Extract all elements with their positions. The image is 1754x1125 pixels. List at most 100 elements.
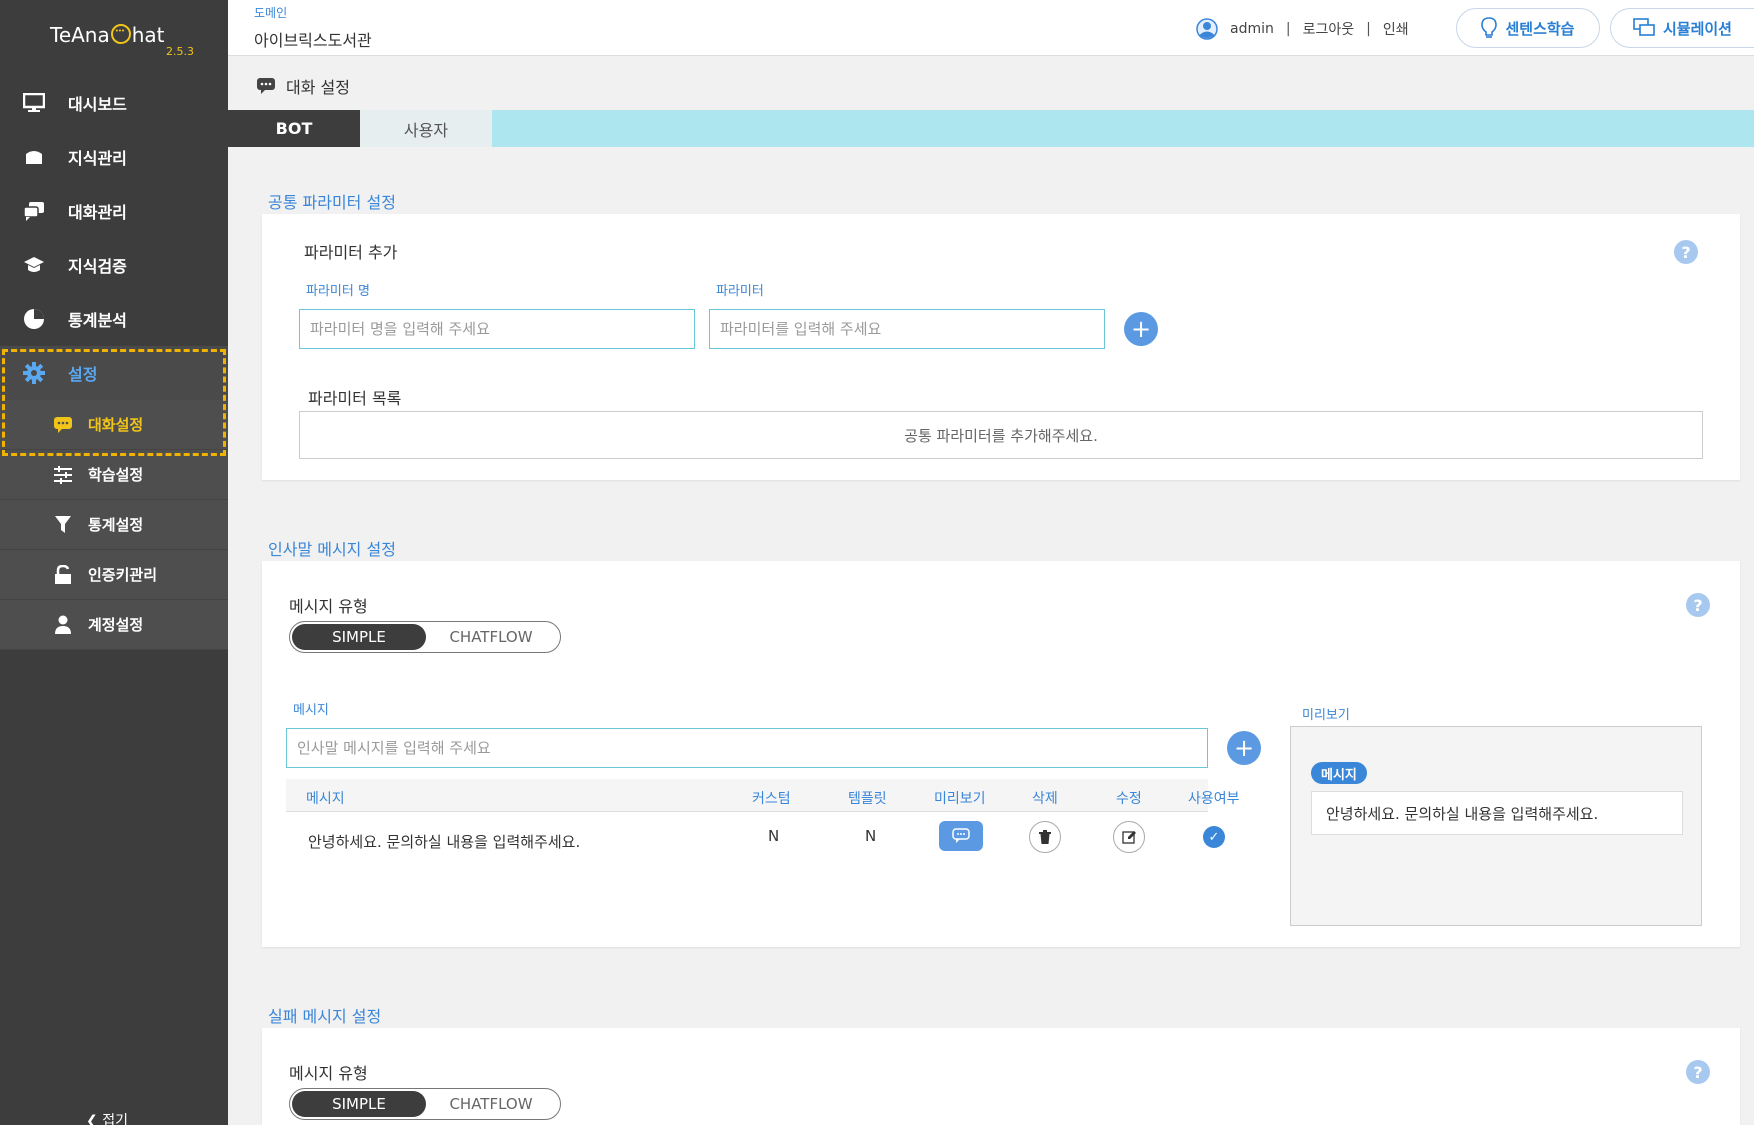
column-preview: 미리보기 [934, 791, 986, 807]
help-icon[interactable]: ? [1674, 240, 1698, 264]
funnel-icon [52, 514, 74, 536]
common-params-card: 파라미터 추가 ? 파라미터 명 파라미터 + 파라미터 목록 공통 파라미터를… [262, 214, 1740, 480]
edit-icon [1122, 830, 1136, 844]
chevron-left-icon: ❮ [86, 1113, 98, 1125]
simulation-icon [1633, 18, 1655, 38]
type-chatflow-option[interactable]: CHATFLOW [424, 624, 558, 650]
greeting-message-input[interactable] [286, 728, 1208, 768]
help-icon[interactable]: ? [1686, 593, 1710, 617]
lightbulb-icon [1481, 17, 1498, 39]
submenu-item-learning-settings[interactable]: 학습설정 [0, 450, 228, 500]
tab-bot[interactable]: BOT [228, 110, 360, 147]
column-enabled: 사용여부 [1188, 791, 1240, 807]
failure-message-type-toggle: SIMPLE CHATFLOW [289, 1088, 561, 1120]
help-icon[interactable]: ? [1686, 1060, 1710, 1084]
logout-link[interactable]: 로그아웃 [1303, 19, 1355, 39]
user-area: admin | 로그아웃 | 인쇄 [1196, 18, 1409, 40]
top-header: 도메인 아이브릭스도서관 admin | 로그아웃 | 인쇄 센텐스학습 시뮬레… [228, 0, 1754, 56]
edit-message-button[interactable] [1113, 821, 1145, 853]
plus-icon: + [1233, 734, 1255, 762]
print-link[interactable]: 인쇄 [1383, 19, 1409, 39]
sidebar-item-label: 대화관리 [68, 203, 127, 222]
monitor-icon [22, 91, 46, 115]
preview-message-text: 안녕하세요. 문의하실 내용을 입력해주세요. [1311, 791, 1683, 835]
user-icon [52, 614, 74, 636]
simulation-button[interactable]: 시뮬레이션 [1610, 8, 1754, 48]
column-delete: 삭제 [1032, 791, 1058, 807]
app-version: 2.5.3 [166, 45, 194, 58]
plus-icon: + [1130, 315, 1152, 343]
failure-card: 메시지 유형 ? SIMPLE CHATFLOW [262, 1028, 1740, 1125]
param-name-label: 파라미터 명 [306, 284, 370, 299]
collapse-label: 접기 [102, 1113, 128, 1125]
type-simple-option[interactable]: SIMPLE [292, 624, 426, 650]
add-parameter-button[interactable]: + [1124, 312, 1158, 346]
sliders-icon [52, 464, 74, 486]
lock-icon [52, 564, 74, 586]
logo: TeAna hat [50, 22, 165, 47]
chat-icon [22, 199, 46, 223]
param-value-input[interactable] [709, 309, 1105, 349]
chat-bubble-icon [952, 828, 970, 844]
message-type-label: 메시지 유형 [289, 597, 368, 616]
parameter-list-title: 파라미터 목록 [308, 389, 402, 408]
param-value-label: 파라미터 [716, 284, 764, 299]
column-message: 메시지 [306, 791, 345, 807]
sidebar-item-label: 대시보드 [68, 95, 127, 114]
table-header-row [286, 779, 1208, 812]
row-template: N [865, 827, 877, 845]
column-custom: 커스텀 [752, 791, 791, 807]
user-avatar-icon [1196, 18, 1218, 40]
collapse-sidebar-button[interactable]: ❮ 접기 [86, 1110, 128, 1125]
greeting-section-title: 인사말 메시지 설정 [268, 540, 396, 559]
sidebar-item-label: 통계분석 [68, 311, 127, 330]
sidebar-item-knowledge[interactable]: 지식관리 [0, 130, 228, 184]
message-label: 메시지 [293, 703, 329, 718]
delete-message-button[interactable] [1029, 821, 1061, 853]
enabled-check-icon[interactable]: ✓ [1203, 826, 1225, 848]
row-message: 안녕하세요. 문의하실 내용을 입력해주세요. [308, 833, 581, 851]
simulation-label: 시뮬레이션 [1662, 19, 1732, 38]
chat-bubble-icon [256, 77, 276, 95]
sentence-learning-button[interactable]: 센텐스학습 [1456, 8, 1600, 48]
tab-user[interactable]: 사용자 [360, 110, 492, 147]
sidebar-item-verify[interactable]: 지식검증 [0, 238, 228, 292]
active-menu-highlight [2, 349, 226, 456]
add-parameter-title: 파라미터 추가 [304, 243, 398, 262]
failure-message-type-label: 메시지 유형 [289, 1064, 368, 1083]
submenu-item-auth-key[interactable]: 인증키관리 [0, 550, 228, 600]
preview-panel: 메시지 안녕하세요. 문의하실 내용을 입력해주세요. [1290, 726, 1702, 926]
failure-type-simple-option[interactable]: SIMPLE [292, 1091, 426, 1117]
sidebar-item-label: 지식검증 [68, 257, 127, 276]
sidebar-item-statistics[interactable]: 통계분석 [0, 292, 228, 346]
sidebar-item-dashboard[interactable]: 대시보드 [0, 76, 228, 130]
row-custom: N [768, 827, 780, 845]
trash-icon [1039, 830, 1051, 844]
logo-text-left: TeAna [50, 23, 110, 47]
divider: | [1366, 21, 1371, 37]
add-message-button[interactable]: + [1227, 731, 1261, 765]
parameter-list-empty: 공통 파라미터를 추가해주세요. [299, 411, 1703, 459]
domain-selector[interactable]: 아이브릭스도서관 [254, 27, 372, 51]
submenu-item-label: 통계설정 [88, 516, 144, 534]
failure-type-chatflow-option[interactable]: CHATFLOW [424, 1091, 558, 1117]
graduation-cap-icon [22, 253, 46, 277]
sidebar: TeAna hat 2.5.3 대시보드 지식관리 대화관리 지식검증 통계분석 [0, 0, 228, 1125]
logo-chat-icon [110, 24, 131, 44]
logo-text-right: hat [131, 23, 165, 47]
submenu-item-account[interactable]: 계정설정 [0, 600, 228, 650]
preview-message-button[interactable] [939, 821, 983, 851]
failure-section-title: 실패 메시지 설정 [268, 1007, 382, 1026]
param-name-input[interactable] [299, 309, 695, 349]
tab-bar: BOT 사용자 [228, 110, 1754, 147]
domain-label: 도메인 [254, 6, 288, 20]
sidebar-item-conversation[interactable]: 대화관리 [0, 184, 228, 238]
submenu-item-statistics-settings[interactable]: 통계설정 [0, 500, 228, 550]
pie-chart-icon [22, 307, 46, 331]
common-params-section-title: 공통 파라미터 설정 [268, 193, 396, 212]
sidebar-item-label: 지식관리 [68, 149, 127, 168]
username: admin [1230, 21, 1274, 37]
column-edit: 수정 [1116, 791, 1142, 807]
message-type-toggle: SIMPLE CHATFLOW [289, 621, 561, 653]
submenu-item-label: 학습설정 [88, 466, 144, 484]
